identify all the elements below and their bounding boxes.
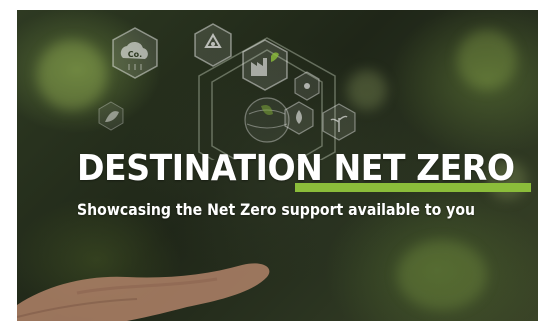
atom-icon [294,71,320,101]
hand-image [17,263,270,321]
subheadline: Showcasing the Net Zero support availabl… [77,200,476,219]
banner-image: Co. DESTINATION NET ZERO Showcasing the … [17,10,538,321]
co2-cloud-icon: Co. [112,27,158,79]
eco-icons-overlay: Co. [98,23,356,160]
plant-icon [322,103,356,141]
leaf-icon [98,101,124,131]
co2-label: Co. [128,50,142,59]
recycle-icon [194,23,232,67]
globe-icon [244,97,290,143]
bokeh-light [397,240,487,310]
headline: DESTINATION NET ZERO [77,148,515,189]
